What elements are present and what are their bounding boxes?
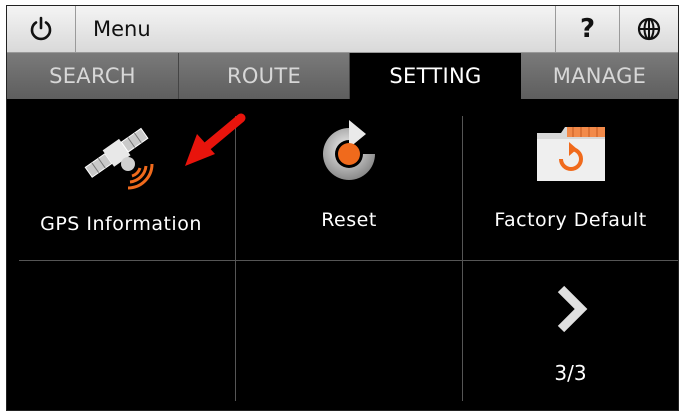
power-button[interactable] bbox=[7, 6, 76, 52]
reset-label: Reset bbox=[321, 209, 377, 231]
menu-label: Menu bbox=[93, 17, 151, 41]
globe-icon bbox=[637, 17, 661, 41]
reset-button[interactable]: Reset bbox=[236, 110, 462, 260]
menu-button[interactable]: Menu bbox=[76, 6, 556, 52]
power-icon bbox=[30, 16, 52, 41]
title-bar: Menu ? bbox=[7, 6, 678, 53]
tab-manage[interactable]: MANAGE bbox=[521, 53, 678, 99]
reset-icon bbox=[323, 120, 375, 180]
factory-default-button[interactable]: Factory Default bbox=[463, 110, 678, 260]
tab-search[interactable]: SEARCH bbox=[7, 53, 179, 99]
tab-setting[interactable]: SETTING bbox=[350, 53, 521, 99]
tab-label: SEARCH bbox=[49, 64, 136, 88]
chevron-right-icon bbox=[557, 285, 587, 333]
satellite-icon bbox=[84, 127, 154, 190]
tab-label: ROUTE bbox=[226, 64, 302, 88]
gps-information-label: GPS Information bbox=[40, 213, 202, 235]
factory-default-label: Factory Default bbox=[494, 209, 647, 231]
grid-divider bbox=[19, 260, 678, 261]
app-window: Menu ? SEARCH ROUTE SETTING MANAGE GPS I… bbox=[6, 5, 679, 411]
tab-bar: SEARCH ROUTE SETTING MANAGE bbox=[7, 53, 678, 99]
help-button[interactable]: ? bbox=[556, 6, 620, 52]
tab-route[interactable]: ROUTE bbox=[179, 53, 350, 99]
page-indicator: 3/3 bbox=[554, 361, 587, 385]
tab-label: SETTING bbox=[389, 64, 482, 88]
next-page-button[interactable]: 3/3 bbox=[463, 271, 678, 401]
help-icon: ? bbox=[579, 14, 596, 44]
tab-label: MANAGE bbox=[552, 64, 647, 88]
language-button[interactable] bbox=[620, 6, 678, 52]
folder-restore-icon bbox=[536, 127, 605, 181]
